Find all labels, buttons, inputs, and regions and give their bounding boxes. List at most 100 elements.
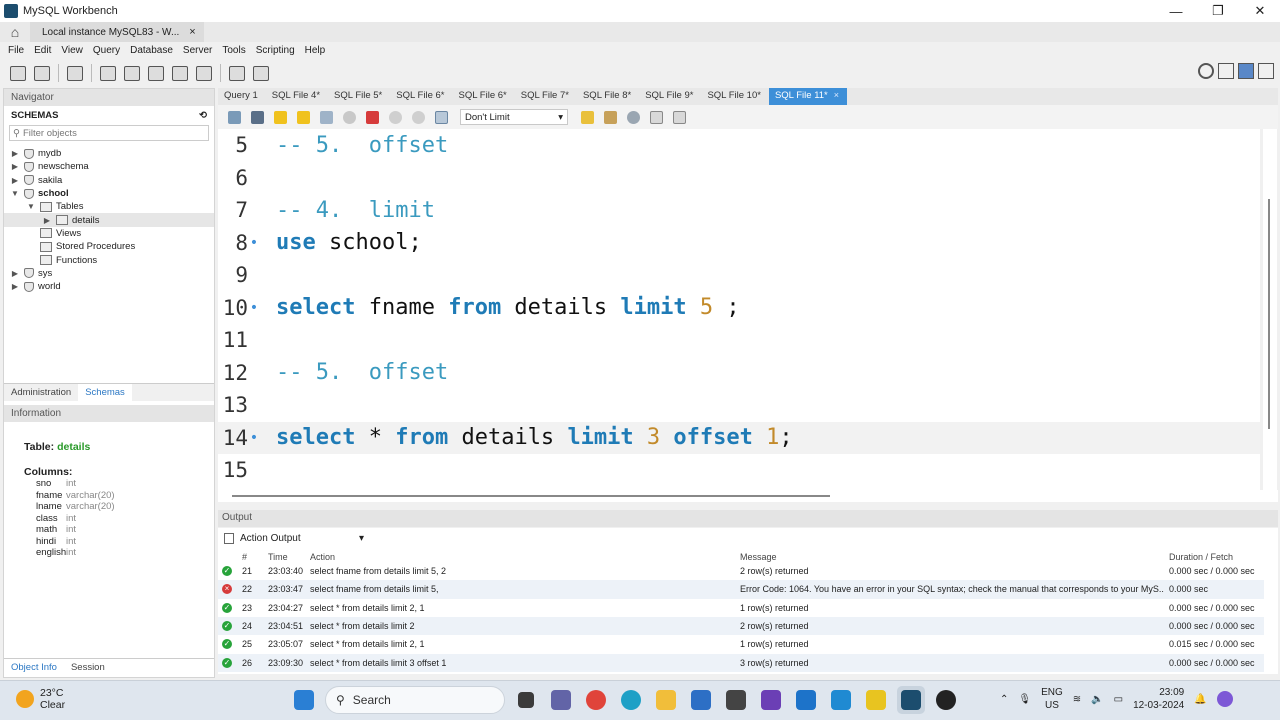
menu-database[interactable]: Database	[125, 45, 178, 56]
tab-administration[interactable]: Administration	[4, 384, 78, 401]
autocommit-icon[interactable]	[431, 108, 451, 126]
wifi-icon[interactable]: ≋	[1073, 694, 1081, 705]
create-function-icon[interactable]	[194, 63, 214, 83]
output-row[interactable]: ✓ 21 23:03:40 select fname from details lim…	[218, 562, 1264, 580]
toggle-output-icon[interactable]	[1238, 63, 1254, 79]
code-line[interactable]: 9	[218, 259, 1260, 292]
sql-tab[interactable]: SQL File 5*	[328, 88, 390, 105]
tree-item[interactable]: Functions	[4, 253, 214, 266]
beautify-icon[interactable]	[600, 108, 620, 126]
invisible-chars-icon[interactable]	[646, 108, 666, 126]
inspector-icon[interactable]	[65, 63, 85, 83]
sql-tab[interactable]: SQL File 7*	[515, 88, 577, 105]
bookmark-icon[interactable]	[577, 108, 597, 126]
sql-tab[interactable]: SQL File 8*	[577, 88, 639, 105]
menu-tools[interactable]: Tools	[217, 45, 250, 56]
search-table-data-icon[interactable]	[227, 63, 247, 83]
tab-object-info[interactable]: Object Info	[4, 659, 64, 676]
code-line[interactable]: 5 -- 5. offset	[218, 129, 1260, 162]
rollback-icon[interactable]	[408, 108, 428, 126]
recorder-icon[interactable]	[932, 686, 960, 714]
sql-tab[interactable]: SQL File 4*	[266, 88, 328, 105]
code-line[interactable]: 13	[218, 389, 1260, 422]
wrap-lines-icon[interactable]	[669, 108, 689, 126]
sql-tab[interactable]: Query 1	[218, 88, 266, 105]
code-line[interactable]: 7 -- 4. limit	[218, 194, 1260, 227]
connection-tab[interactable]: Local instance MySQL83 - W... ×	[30, 22, 204, 42]
toggle-secondary-sidebar-icon[interactable]	[1258, 63, 1274, 79]
output-row[interactable]: ✓ 26 23:09:30 select * from details limit 3…	[218, 653, 1264, 672]
output-mode-select[interactable]: Action Output ▾	[240, 533, 364, 544]
file-explorer-icon[interactable]	[652, 686, 680, 714]
editor-horizontal-scrollbar[interactable]	[218, 490, 1278, 502]
create-schema-icon[interactable]	[98, 63, 118, 83]
chevron-up-icon[interactable]: ⌃	[1000, 694, 1008, 705]
gear-icon[interactable]	[1198, 63, 1214, 79]
create-procedure-icon[interactable]	[170, 63, 190, 83]
find-icon[interactable]	[623, 108, 643, 126]
sql-tab[interactable]: SQL File 6*	[390, 88, 452, 105]
filter-objects-input[interactable]: ⚲ Filter objects	[9, 125, 209, 141]
sql-tab[interactable]: SQL File 6*	[453, 88, 515, 105]
stop-icon[interactable]	[339, 108, 359, 126]
copy-icon[interactable]	[224, 532, 234, 544]
expand-arrow-icon[interactable]: ▶	[10, 176, 20, 185]
expand-arrow-icon[interactable]: ▶	[10, 149, 20, 158]
tree-item[interactable]: ▶ sakila	[4, 174, 214, 187]
vscode-icon[interactable]	[827, 686, 855, 714]
explain-icon[interactable]	[316, 108, 336, 126]
clock[interactable]: 23:09 12-03-2024	[1133, 686, 1184, 712]
execute-icon[interactable]	[270, 108, 290, 126]
battery-icon[interactable]: ▭	[1114, 694, 1123, 705]
execute-current-icon[interactable]	[293, 108, 313, 126]
code-line[interactable]: 10 • select fname from details limit 5 ;	[218, 292, 1260, 325]
menu-view[interactable]: View	[56, 45, 88, 56]
task-view-icon[interactable]	[512, 686, 540, 714]
commit-icon[interactable]	[385, 108, 405, 126]
open-sql-script-icon[interactable]	[32, 63, 52, 83]
mysql-workbench-taskbar-icon[interactable]	[897, 686, 925, 714]
sql-tab[interactable]: SQL File 11* ×	[768, 88, 848, 105]
sql-tab[interactable]: SQL File 9*	[639, 88, 701, 105]
menu-query[interactable]: Query	[88, 45, 125, 56]
output-row[interactable]: ✓ 23 23:04:27 select * from details limit 2…	[218, 599, 1264, 617]
start-icon[interactable]	[290, 686, 318, 714]
tab-schemas[interactable]: Schemas	[78, 384, 132, 401]
refresh-icon[interactable]: ⟲	[199, 110, 207, 121]
code-line[interactable]: 11	[218, 324, 1260, 357]
sql-editor[interactable]: 5 -- 5. offset 6 7 -- 4. limit 8 • use school; 9…	[218, 129, 1260, 490]
tree-item[interactable]: ▶ sys	[4, 267, 214, 280]
editor-vertical-scrollbar[interactable]	[1263, 129, 1277, 490]
toggle-error-icon[interactable]	[362, 108, 382, 126]
output-row[interactable]: × 22 23:03:47 select fname from details lim…	[218, 580, 1264, 599]
language-indicator[interactable]: ENG US	[1041, 686, 1063, 712]
output-row[interactable]: ✓ 24 23:04:51 select * from details limit 2…	[218, 616, 1264, 636]
teams-icon[interactable]	[547, 686, 575, 714]
create-table-icon[interactable]	[122, 63, 142, 83]
code-line[interactable]: 8 • use school;	[218, 227, 1260, 260]
menu-scripting[interactable]: Scripting	[251, 45, 300, 56]
tab-session[interactable]: Session	[64, 659, 112, 676]
menu-help[interactable]: Help	[300, 45, 331, 56]
maximize-button[interactable]: ❐	[1198, 0, 1238, 22]
visual-studio-icon[interactable]	[757, 686, 785, 714]
tree-item[interactable]: Views	[4, 227, 214, 240]
reconnect-icon[interactable]	[251, 63, 271, 83]
tree-item[interactable]: Stored Procedures	[4, 240, 214, 253]
tree-item[interactable]: ▶ newschema	[4, 160, 214, 173]
tree-item[interactable]: ▶ world	[4, 280, 214, 293]
code-line[interactable]: 6	[218, 162, 1260, 195]
edge-icon[interactable]	[617, 686, 645, 714]
tree-item[interactable]: ▼ Tables	[4, 200, 214, 213]
volume-icon[interactable]: 🔈	[1091, 694, 1103, 705]
code-line[interactable]: 14 • select * from details limit 3 offset …	[218, 421, 1260, 454]
new-sql-tab-icon[interactable]	[8, 63, 28, 83]
sql-tab[interactable]: SQL File 10*	[701, 88, 769, 105]
expand-arrow-icon[interactable]: ▶	[10, 282, 20, 291]
notification-bell-icon[interactable]: 🔔	[1194, 694, 1206, 705]
expand-arrow-icon[interactable]: ▶	[42, 216, 52, 225]
close-icon[interactable]: ×	[834, 90, 839, 105]
close-icon[interactable]: ×	[189, 26, 195, 38]
notes-icon[interactable]	[862, 686, 890, 714]
collapse-arrow-icon[interactable]: ▼	[10, 189, 20, 198]
